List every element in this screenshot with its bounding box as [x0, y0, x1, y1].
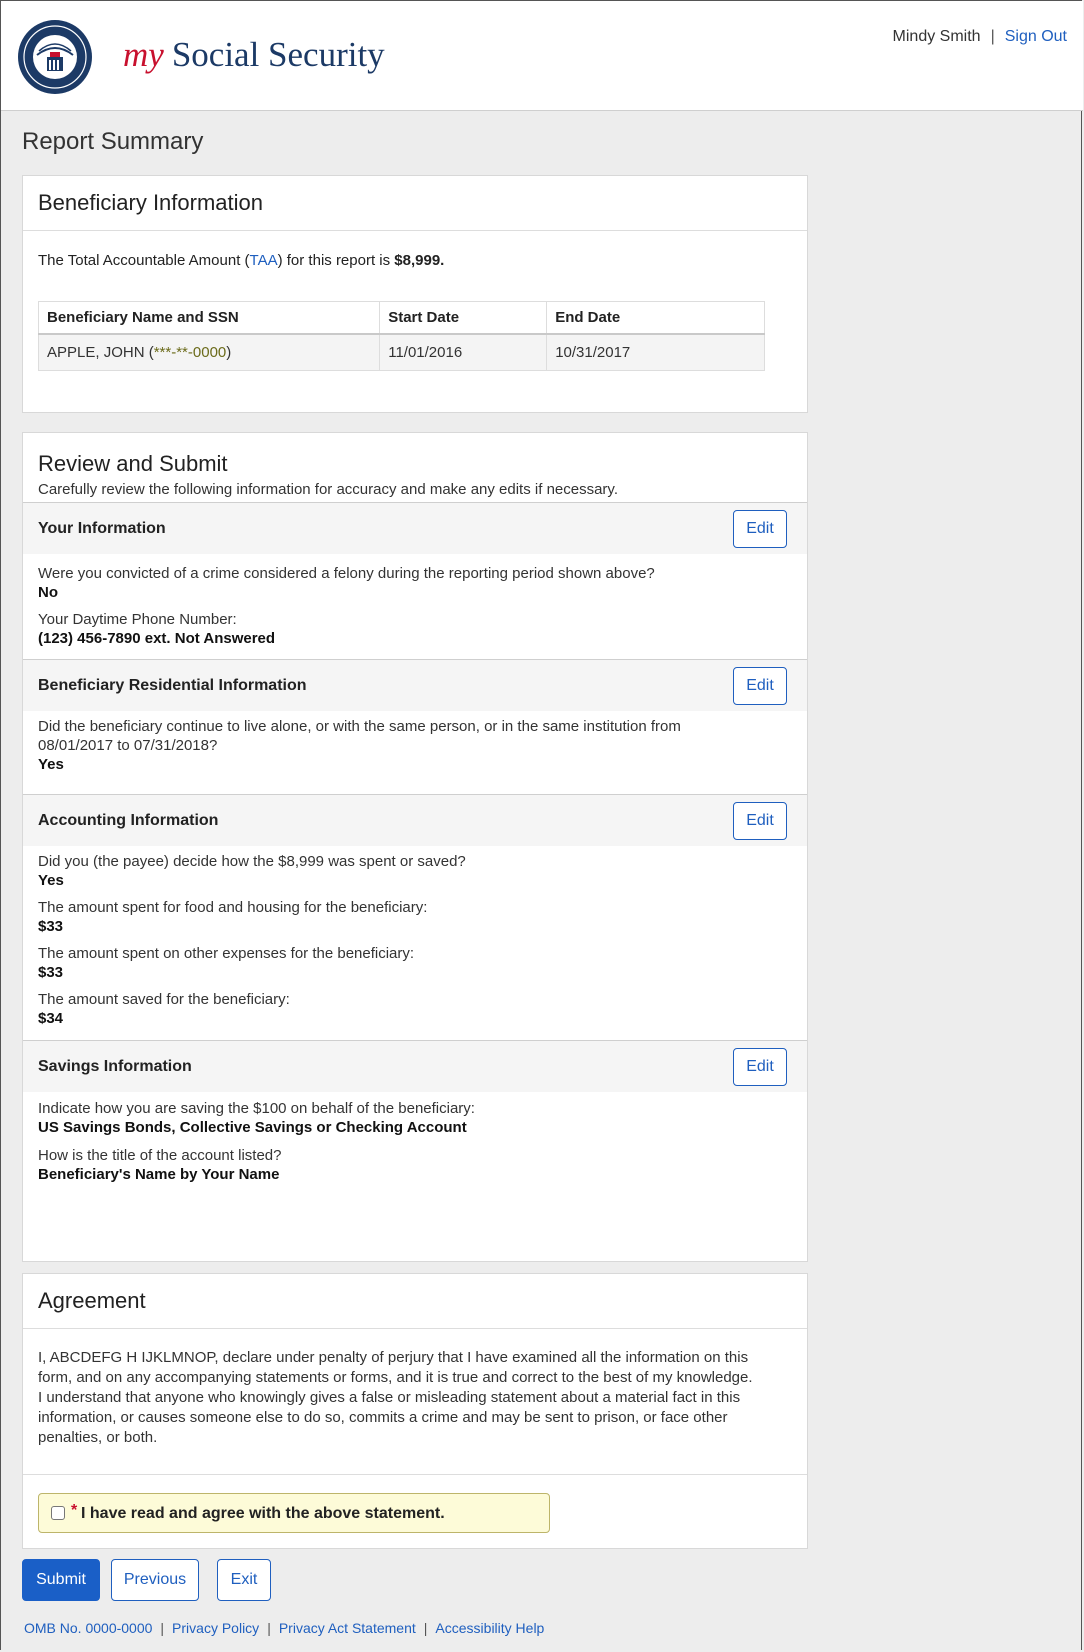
review-description: Carefully review the following informati… [38, 481, 618, 498]
taa-suffix: ) for this report is [277, 252, 395, 269]
phone-question: Your Daytime Phone Number: [38, 611, 237, 628]
felony-answer: No [38, 584, 58, 601]
page-title: Report Summary [22, 128, 204, 155]
table-row: APPLE, JOHN (***-**-0000) 11/01/2016 10/… [37, 333, 765, 371]
beneficiary-table: Beneficiary Name and SSN Start Date End … [37, 301, 765, 371]
brand-title[interactable]: my Social Security [123, 35, 385, 75]
ssn-close: ) [226, 344, 232, 361]
edit-residential-button[interactable]: Edit [733, 667, 787, 705]
exit-button[interactable]: Exit [217, 1559, 271, 1601]
col-header-start: Start Date [379, 301, 548, 335]
section-title: Beneficiary Residential Information [38, 677, 307, 694]
sign-out-link[interactable]: Sign Out [1005, 28, 1067, 45]
table-header-row: Beneficiary Name and SSN Start Date End … [37, 301, 765, 335]
account-title-question: How is the title of the account listed? [38, 1147, 282, 1164]
amount-saved-question: The amount saved for the beneficiary: [38, 991, 290, 1008]
brand-name: Social Security [171, 35, 385, 74]
section-title: Your Information [38, 520, 166, 537]
review-panel: Review and Submit Carefully review the f… [22, 432, 808, 1262]
residence-question-line2: 08/01/2017 to 07/31/2018? [38, 737, 218, 754]
agreement-divider [23, 1474, 807, 1475]
residence-answer: Yes [38, 756, 64, 773]
edit-your-information-button[interactable]: Edit [733, 510, 787, 548]
col-header-end: End Date [546, 301, 765, 335]
user-area: Mindy Smith | Sign Out [893, 28, 1067, 46]
taa-prefix: The Total Accountable Amount ( [38, 252, 250, 269]
saving-method-question: Indicate how you are saving the $100 on … [38, 1100, 475, 1117]
saving-method-answer: US Savings Bonds, Collective Savings or … [38, 1119, 467, 1136]
amount-saved-answer: $34 [38, 1010, 64, 1027]
submit-button[interactable]: Submit [22, 1559, 100, 1601]
privacy-policy-link[interactable]: Privacy Policy [172, 1620, 259, 1636]
site-header: my Social Security Mindy Smith | Sign Out [1, 1, 1083, 111]
footer-separator: | [267, 1620, 271, 1636]
payee-decide-answer: Yes [38, 872, 64, 889]
accessibility-help-link[interactable]: Accessibility Help [435, 1620, 544, 1636]
section-accounting-information: Accounting Information Edit [23, 794, 807, 846]
beneficiary-panel: Beneficiary Information The Total Accoun… [22, 175, 808, 413]
required-asterisk: * [71, 1502, 78, 1519]
section-title: Accounting Information [38, 812, 219, 829]
end-date-cell: 10/31/2017 [546, 333, 765, 371]
col-header-name: Beneficiary Name and SSN [37, 301, 381, 335]
other-expenses-question: The amount spent on other expenses for t… [38, 945, 415, 962]
food-housing-answer: $33 [38, 918, 64, 935]
beneficiary-panel-title: Beneficiary Information [23, 176, 807, 231]
felony-question: Were you convicted of a crime considered… [38, 565, 655, 582]
edit-accounting-button[interactable]: Edit [733, 802, 787, 840]
footer-separator: | [423, 1620, 428, 1636]
ssa-seal-icon[interactable] [17, 19, 93, 95]
phone-answer: (123) 456-7890 ext. Not Answered [38, 630, 276, 647]
brand-my: my [123, 35, 164, 74]
previous-button[interactable]: Previous [111, 1559, 199, 1601]
other-expenses-answer: $33 [38, 964, 64, 981]
agreement-panel: Agreement I, ABCDEFG H IJKLMNOP, declare… [22, 1273, 808, 1549]
section-savings-information: Savings Information Edit [23, 1040, 807, 1092]
residence-question-line1: Did the beneficiary continue to live alo… [38, 718, 681, 735]
taa-link[interactable]: TAA [250, 252, 278, 269]
beneficiary-name: APPLE, JOHN ( [47, 344, 154, 361]
section-title: Savings Information [38, 1058, 192, 1075]
section-residential-information: Beneficiary Residential Information Edit [23, 659, 807, 711]
food-housing-question: The amount spent for food and housing fo… [38, 899, 428, 916]
footer: OMB No. 0000-0000 | Privacy Policy | Privacy… [24, 1620, 544, 1636]
section-your-information: Your Information Edit [23, 502, 807, 554]
review-title: Review and Submit [38, 451, 228, 476]
taa-statement: The Total Accountable Amount (TAA) for t… [38, 252, 444, 269]
account-title-answer: Beneficiary's Name by Your Name [38, 1166, 280, 1183]
omb-link[interactable]: OMB No. 0000-0000 [24, 1620, 152, 1636]
privacy-act-link[interactable]: Privacy Act Statement [279, 1620, 416, 1636]
agreement-title: Agreement [23, 1274, 807, 1329]
agreement-text: I, ABCDEFG H IJKLMNOP, declare under pen… [38, 1349, 753, 1446]
edit-savings-button[interactable]: Edit [733, 1048, 787, 1086]
footer-separator: | [160, 1620, 165, 1636]
taa-amount: $8,999. [394, 252, 445, 269]
beneficiary-name-cell: APPLE, JOHN (***-**-0000) [37, 333, 381, 371]
agree-checkbox[interactable] [51, 1506, 65, 1520]
start-date-cell: 11/01/2016 [379, 333, 548, 371]
agreement-checkbox-container[interactable]: * I have read and agree with the above s… [38, 1493, 550, 1533]
user-separator: | [990, 28, 995, 45]
user-name: Mindy Smith [892, 28, 981, 45]
beneficiary-ssn: ***-**-0000 [153, 344, 227, 361]
agree-checkbox-label[interactable]: I have read and agree with the above sta… [81, 1505, 445, 1523]
payee-decide-question: Did you (the payee) decide how the $8,99… [38, 853, 466, 870]
